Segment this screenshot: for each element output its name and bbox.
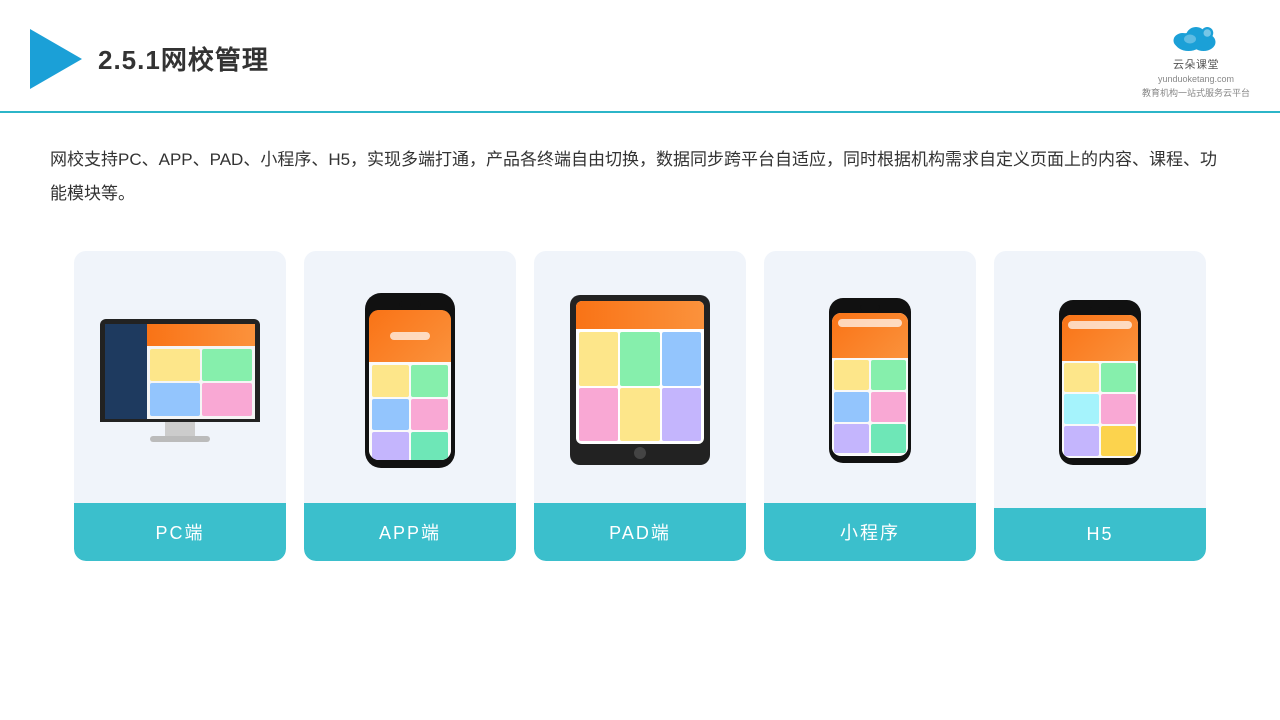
brand-cloud-icon [1166,18,1226,54]
card-mini: 小程序 [764,251,976,561]
cards-container: PC端 [50,251,1230,561]
card-pad: PAD端 [534,251,746,561]
card-mini-label: 小程序 [764,503,976,561]
page-title: 2.5.1网校管理 [98,40,269,77]
page-header: 2.5.1网校管理 云朵课堂 yunduoketang.com 教育机构一站式服… [0,0,1280,113]
card-mini-image [778,271,962,489]
brand-tagline: yunduoketang.com [1158,74,1234,84]
phone-h5-icon [1059,300,1141,465]
brand-logo: 云朵课堂 yunduoketang.com 教育机构一站式服务云平台 [1142,18,1250,99]
logo-triangle-icon [30,29,82,89]
brand-name: 云朵课堂 [1173,56,1219,72]
header-left: 2.5.1网校管理 [30,29,269,89]
tablet-icon [570,295,710,465]
description-text: 网校支持PC、APP、PAD、小程序、H5，实现多端打通，产品各终端自由切换，数… [50,143,1230,211]
card-pc-image [88,271,272,489]
phone-app-icon [365,293,455,468]
card-app-image [318,271,502,489]
brand-service-tagline: 教育机构一站式服务云平台 [1142,86,1250,99]
card-app-label: APP端 [304,503,516,561]
card-h5: H5 [994,251,1206,561]
pc-monitor-icon [100,319,260,442]
card-h5-image [1008,271,1192,494]
card-app: APP端 [304,251,516,561]
phone-mini-icon [829,298,911,463]
card-pc-label: PC端 [74,503,286,561]
main-content: 网校支持PC、APP、PAD、小程序、H5，实现多端打通，产品各终端自由切换，数… [0,113,1280,581]
card-pc: PC端 [74,251,286,561]
card-pad-label: PAD端 [534,503,746,561]
card-pad-image [548,271,732,489]
card-h5-label: H5 [994,508,1206,561]
